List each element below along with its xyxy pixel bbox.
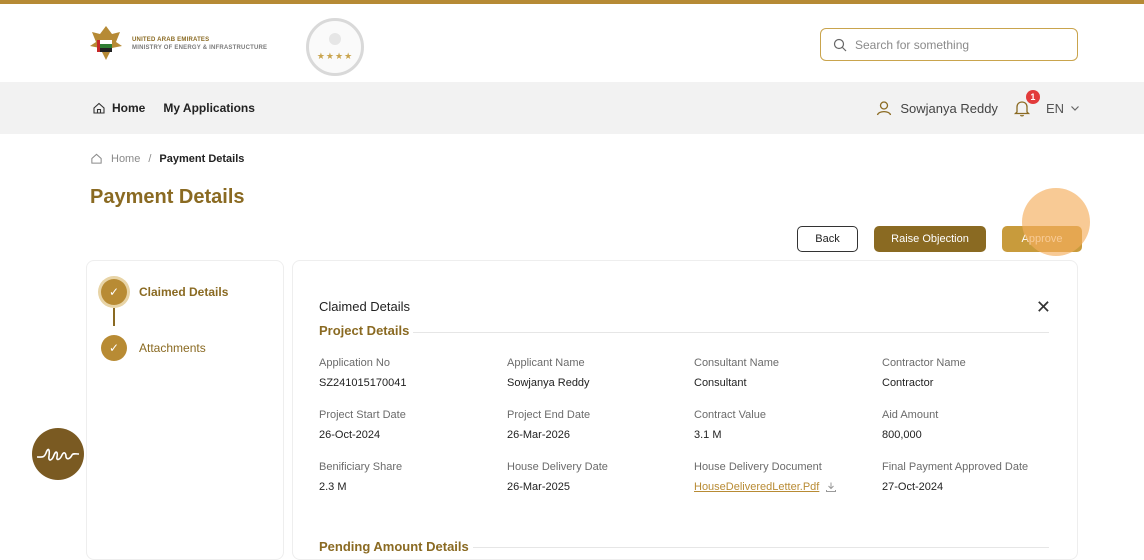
field-value: 3.1 M	[694, 429, 722, 441]
uae-emblem-icon	[90, 26, 122, 60]
seal-stars-icon: ★★★★	[316, 50, 354, 61]
field-project-end-date: Project End Date 26-Mar-2026	[507, 409, 590, 441]
field-consultant-name: Consultant Name Consultant	[694, 357, 779, 389]
field-label: Benificiary Share	[319, 461, 403, 473]
download-icon[interactable]	[825, 481, 837, 493]
field-label: Project Start Date	[319, 409, 406, 421]
notification-badge: 1	[1025, 90, 1040, 104]
step-claimed-details[interactable]: ✓ Claimed Details	[101, 279, 228, 305]
user-menu[interactable]: Sowjanya Reddy	[876, 100, 998, 116]
nav-home-label: Home	[112, 101, 146, 115]
main-navbar: Home My Applications Sowjanya Reddy 1 EN	[0, 82, 1144, 134]
field-contractor-name: Contractor Name Contractor	[882, 357, 966, 389]
nav-my-applications[interactable]: My Applications	[163, 101, 255, 115]
user-icon	[877, 101, 892, 116]
home-icon	[93, 102, 105, 114]
field-label: House Delivery Date	[507, 461, 608, 473]
signature-logo-icon	[36, 448, 80, 461]
project-details-heading: Project Details	[319, 323, 410, 338]
document-link[interactable]: HouseDeliveredLetter.Pdf	[694, 481, 837, 493]
search-box[interactable]	[820, 28, 1078, 61]
field-label: Consultant Name	[694, 357, 779, 369]
field-value: Consultant	[694, 377, 747, 389]
field-label: Project End Date	[507, 409, 591, 421]
ministry-logo-text: UNITED ARAB EMIRATES MINISTRY OF ENERGY …	[132, 36, 267, 52]
raise-objection-button[interactable]: Raise Objection	[874, 226, 986, 252]
details-panel: Claimed Details ✕ Project Details Applic…	[292, 260, 1078, 560]
field-value: 2.3 M	[319, 481, 347, 493]
step-label: Claimed Details	[139, 285, 229, 299]
ministry-logo[interactable]: UNITED ARAB EMIRATES MINISTRY OF ENERGY …	[88, 24, 267, 64]
notifications-button[interactable]: 1	[1012, 90, 1040, 118]
top-accent-line	[0, 0, 1144, 4]
field-house-delivery-document: House Delivery Document HouseDeliveredLe…	[694, 461, 837, 493]
field-beneficiary-share: Benificiary Share 2.3 M	[319, 461, 402, 493]
breadcrumb-current: Payment Details	[159, 152, 245, 165]
assistant-button[interactable]	[32, 428, 84, 480]
home-icon[interactable]	[90, 152, 103, 165]
field-value: Contractor	[882, 377, 934, 389]
nav-my-applications-label: My Applications	[163, 101, 255, 115]
field-value: 26-Oct-2024	[319, 429, 381, 441]
language-label: EN	[1045, 100, 1064, 116]
approve-button[interactable]: Approve	[1002, 226, 1082, 252]
logo-line-1: UNITED ARAB EMIRATES	[132, 37, 210, 43]
field-application-no: Application No SZ241015170041	[319, 357, 406, 389]
field-value: 27-Oct-2024	[882, 481, 944, 493]
breadcrumb-separator: /	[148, 152, 152, 165]
field-project-start-date: Project Start Date 26-Oct-2024	[319, 409, 406, 441]
step-connector	[113, 308, 115, 326]
field-label: House Delivery Document	[694, 461, 822, 473]
check-icon: ✓	[101, 335, 127, 361]
language-selector[interactable]: EN	[1046, 101, 1080, 116]
document-link-label: HouseDeliveredLetter.Pdf	[694, 481, 820, 493]
steps-panel: ✓ Claimed Details ✓ Attachments	[86, 260, 284, 560]
divider	[473, 547, 1049, 548]
field-house-delivery-date: House Delivery Date 26-Mar-2025	[507, 461, 608, 493]
user-name: Sowjanya Reddy	[900, 100, 998, 116]
field-label: Contractor Name	[882, 357, 966, 369]
field-aid-amount: Aid Amount 800,000	[882, 409, 938, 441]
close-icon[interactable]: ✕	[1036, 297, 1051, 318]
breadcrumb-home[interactable]: Home	[111, 153, 140, 165]
section-title: Claimed Details	[319, 299, 411, 314]
field-label: Applicant Name	[507, 357, 585, 369]
check-icon: ✓	[101, 279, 127, 305]
field-applicant-name: Applicant Name Sowjanya Reddy	[507, 357, 590, 389]
search-icon	[833, 38, 847, 51]
search-input[interactable]	[855, 37, 1065, 52]
nav-home[interactable]: Home	[92, 101, 145, 115]
pending-amount-heading: Pending Amount Details	[319, 539, 469, 554]
field-value: 26-Mar-2025	[507, 481, 570, 493]
seal-emblem-icon	[329, 32, 341, 45]
field-final-payment-approved-date: Final Payment Approved Date 27-Oct-2024	[882, 461, 1028, 493]
field-label: Application No	[319, 357, 390, 369]
field-label: Aid Amount	[882, 409, 939, 421]
action-buttons: Back Raise Objection Approve	[797, 226, 1082, 252]
logo-line-2: MINISTRY OF ENERGY & INFRASTRUCTURE	[132, 45, 268, 51]
divider	[413, 332, 1049, 333]
step-label: Attachments	[139, 341, 206, 355]
chevron-down-icon	[1071, 106, 1079, 111]
field-value: Sowjanya Reddy	[507, 377, 590, 389]
field-value: 800,000	[882, 429, 922, 441]
back-button[interactable]: Back	[797, 226, 858, 252]
page-title: Payment Details	[90, 186, 245, 208]
field-value: 26-Mar-2026	[507, 429, 570, 441]
field-label: Final Payment Approved Date	[882, 461, 1029, 473]
breadcrumb: Home / Payment Details	[90, 152, 244, 165]
field-value: SZ241015170041	[319, 377, 407, 389]
field-label: Contract Value	[694, 409, 766, 421]
field-contract-value: Contract Value 3.1 M	[694, 409, 766, 441]
step-attachments[interactable]: ✓ Attachments	[101, 335, 206, 361]
program-seal-logo: ★★★★	[306, 18, 364, 76]
